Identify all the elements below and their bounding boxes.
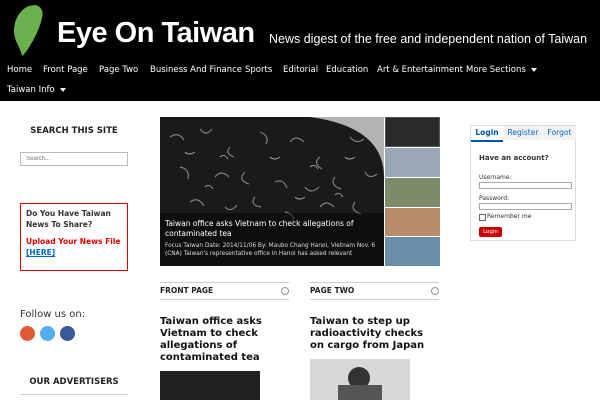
thumbnail-crowd[interactable]: [385, 237, 440, 266]
front-page-article-image[interactable]: [160, 371, 260, 400]
taiwan-map-logo[interactable]: [11, 3, 47, 57]
nav-item-sports[interactable]: Sports: [245, 65, 272, 75]
person-photo-body: [338, 385, 382, 400]
remember-checkbox[interactable]: [479, 214, 486, 221]
nav-item-art-entertainment[interactable]: Art & Entertainment: [377, 65, 463, 75]
thumbnail-street[interactable]: [385, 178, 440, 207]
submit-news-box: Do You Have Taiwan News To Share? Upload…: [20, 203, 128, 271]
nav-item-front-page[interactable]: Front Page: [43, 65, 88, 75]
upload-news-link[interactable]: Upload Your News File [HERE]: [26, 236, 122, 258]
tab-forgot[interactable]: Forgot: [543, 126, 576, 140]
main-nav: Home Front Page Page Two Business And Fi…: [0, 57, 600, 101]
nav-item-more-sections[interactable]: More Sections: [466, 65, 537, 75]
username-input[interactable]: [479, 182, 572, 189]
section-icon[interactable]: [281, 287, 289, 295]
advertisers-title: OUR ADVERTISERS: [29, 377, 119, 387]
taiwan-info-label: Taiwan Info: [7, 85, 55, 95]
front-page-article-title[interactable]: Taiwan office asks Vietnam to check alle…: [160, 316, 285, 364]
twitter-icon[interactable]: [40, 326, 55, 341]
nav-item-page-two[interactable]: Page Two: [99, 65, 138, 75]
login-prompt: Have an account?: [479, 154, 549, 162]
slider-thumbnails: [385, 117, 440, 266]
tab-login[interactable]: Login: [471, 126, 503, 142]
advertisers-divider: [20, 394, 128, 395]
nav-item-education[interactable]: Education: [326, 65, 368, 75]
remember-label: Remember me: [487, 213, 532, 220]
front-page-heading: FRONT PAGE: [160, 286, 214, 295]
submit-news-question: Do You Have Taiwan News To Share?: [26, 209, 111, 229]
upload-news-label: Upload Your News File: [26, 237, 121, 246]
search-widget-title: SEARCH THIS SITE: [30, 126, 118, 136]
site-tagline: News digest of the free and independent …: [269, 32, 588, 46]
username-label: Username:: [479, 174, 512, 181]
more-sections-label: More Sections: [466, 65, 526, 75]
chevron-down-icon: [59, 87, 66, 92]
slide-excerpt: Focus Taiwan Date: 2014/11/06 By: Maubo …: [165, 243, 376, 257]
page-two-article-title[interactable]: Taiwan to step up radioactivity checks o…: [310, 316, 435, 352]
page-two-heading: PAGE TWO: [310, 286, 355, 295]
thumbnail-tea[interactable]: [385, 117, 440, 147]
thumbnail-people[interactable]: [385, 208, 440, 236]
page-two-article-image[interactable]: [310, 359, 410, 400]
page-two-section-header: PAGE TWO: [310, 282, 439, 300]
rss-icon[interactable]: [20, 326, 35, 341]
facebook-icon[interactable]: [60, 326, 75, 341]
here-link[interactable]: [HERE]: [26, 248, 55, 257]
login-widget: Login Register Forgot Have an account? U…: [470, 125, 576, 241]
nav-item-business-finance[interactable]: Business And Finance: [150, 65, 242, 75]
thumbnail-port[interactable]: [385, 148, 440, 177]
tab-register[interactable]: Register: [504, 126, 542, 140]
site-header: Eye On Taiwan News digest of the free an…: [0, 0, 600, 57]
front-page-section-header: FRONT PAGE: [160, 282, 289, 300]
featured-slider[interactable]: Taiwan office asks Vietnam to check alle…: [160, 117, 384, 266]
search-input[interactable]: [20, 152, 128, 166]
follow-us-title: Follow us on:: [20, 309, 86, 320]
password-label: Password:: [479, 195, 510, 202]
site-title[interactable]: Eye On Taiwan: [57, 17, 255, 50]
nav-item-home[interactable]: Home: [7, 65, 32, 75]
nav-item-taiwan-info[interactable]: Taiwan Info: [7, 85, 66, 95]
nav-item-editorial[interactable]: Editorial: [283, 65, 318, 75]
login-button[interactable]: Login: [479, 227, 502, 237]
section-icon[interactable]: [431, 287, 439, 295]
slide-caption[interactable]: Taiwan office asks Vietnam to check alle…: [165, 219, 365, 239]
password-input[interactable]: [479, 203, 572, 210]
chevron-down-icon: [530, 67, 537, 72]
